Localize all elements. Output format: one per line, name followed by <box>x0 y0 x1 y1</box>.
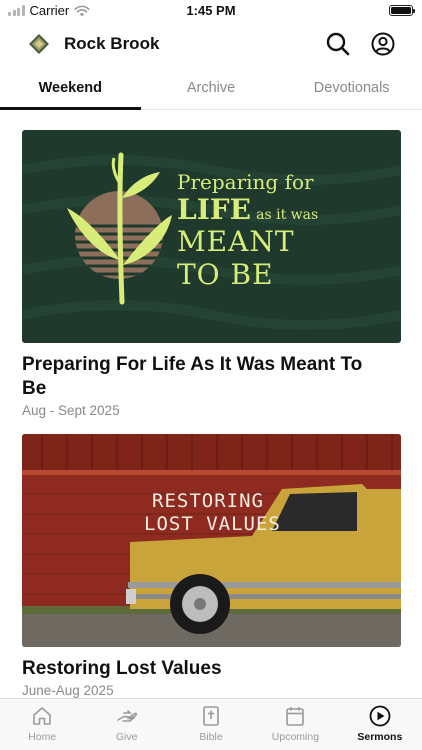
nav-give-label: Give <box>115 731 138 743</box>
church-logo-icon <box>29 34 49 54</box>
calendar-icon <box>286 707 305 726</box>
sermon-title[interactable]: Restoring Lost Values <box>22 657 401 681</box>
give-hand-icon <box>116 710 137 722</box>
sermon-artwork-graphic <box>22 434 401 647</box>
artwork-as-it-was: as it was <box>256 207 319 223</box>
nav-home[interactable]: Home <box>0 699 84 750</box>
tab-weekend[interactable]: Weekend <box>0 70 141 110</box>
play-circle-icon <box>369 705 391 727</box>
nav-upcoming-label: Upcoming <box>271 731 320 743</box>
sermon-card[interactable]: RESTORING LOST VALUES Restoring Lost Val… <box>22 434 401 698</box>
nav-upcoming[interactable]: Upcoming <box>253 699 337 750</box>
artwork-restoring: RESTORING <box>152 490 264 512</box>
nav-bible[interactable]: Bible <box>169 699 253 750</box>
sermon-artwork[interactable]: Preparing for LIFE as it was MEANT TO BE <box>22 130 401 343</box>
nav-bible-label: Bible <box>199 731 223 743</box>
sermon-title[interactable]: Preparing For Life As It Was Meant To Be <box>22 353 401 401</box>
nav-sermons[interactable]: Sermons <box>338 699 422 750</box>
bottom-nav: Home Give Bible Upcoming Sermons <box>0 698 422 750</box>
status-bar: Carrier 1:45 PM <box>0 0 422 22</box>
sermon-date: June-Aug 2025 <box>22 683 114 698</box>
status-time: 1:45 PM <box>186 3 236 18</box>
battery-icon <box>389 5 415 16</box>
tab-devotionals[interactable]: Devotionals <box>281 70 422 109</box>
tab-bar: Weekend Archive Devotionals <box>0 70 422 110</box>
artwork-life: LIFE <box>177 193 252 226</box>
profile-icon[interactable] <box>370 31 396 57</box>
sermon-date: Aug - Sept 2025 <box>22 403 120 418</box>
sermon-artwork[interactable]: RESTORING LOST VALUES <box>22 434 401 647</box>
artwork-lost-values: LOST VALUES <box>144 513 281 535</box>
nav-home-label: Home <box>28 731 57 743</box>
tab-archive[interactable]: Archive <box>141 70 282 109</box>
home-icon <box>33 707 52 725</box>
artwork-line-1: Preparing for <box>177 170 314 194</box>
app-header: Rock Brook <box>0 26 422 64</box>
nav-sermons-label: Sermons <box>357 731 403 743</box>
app-title: Rock Brook <box>64 34 160 53</box>
search-icon[interactable] <box>325 31 351 57</box>
artwork-line-2: LIFE as it was <box>177 193 318 226</box>
artwork-to-be: TO BE <box>177 258 274 291</box>
artwork-meant: MEANT <box>177 225 295 258</box>
bible-icon <box>203 706 219 726</box>
sermon-card[interactable]: Preparing for LIFE as it was MEANT TO BE… <box>22 130 401 418</box>
nav-give[interactable]: Give <box>84 699 168 750</box>
